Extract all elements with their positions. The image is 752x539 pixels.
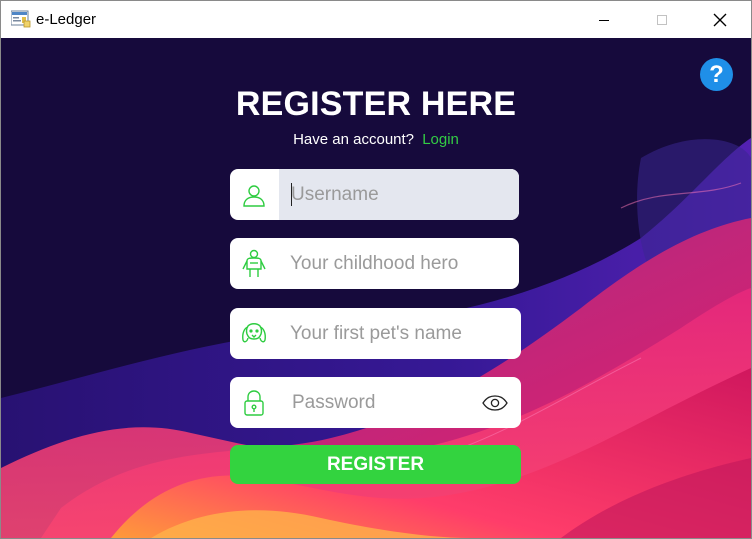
maximize-button[interactable] [633, 1, 691, 38]
eye-icon [482, 394, 508, 411]
page-title: REGISTER HERE [235, 85, 517, 123]
account-prompt-text: Have an account? [293, 131, 415, 148]
username-field[interactable] [230, 169, 519, 220]
lock-icon [230, 377, 278, 428]
childhood-hero-input[interactable] [290, 238, 510, 289]
hero-icon [230, 238, 278, 289]
pet-name-input[interactable] [290, 308, 510, 359]
register-panel: ? REGISTER HERE Have an account? Login U… [1, 38, 751, 538]
register-button[interactable]: REGISTER [230, 445, 521, 484]
app-window: e-Ledger ? REGISTER HERE Have an account… [0, 0, 752, 539]
show-password-toggle[interactable] [480, 389, 510, 416]
login-link[interactable]: Login [422, 131, 459, 148]
window-title: e-Ledger [36, 11, 97, 28]
dog-icon [230, 308, 278, 359]
ledger-app-icon [11, 10, 31, 28]
minimize-icon [599, 19, 609, 21]
account-prompt-line: Have an account? Login [1, 131, 751, 148]
text-caret [291, 183, 292, 206]
close-button[interactable] [691, 1, 749, 38]
close-icon [713, 13, 727, 26]
password-input[interactable] [292, 377, 472, 428]
username-input[interactable] [291, 169, 511, 220]
user-icon [230, 169, 278, 220]
childhood-hero-field[interactable] [230, 238, 519, 289]
password-field[interactable] [230, 377, 521, 428]
pet-name-field[interactable] [230, 308, 521, 359]
minimize-button[interactable] [575, 1, 633, 38]
maximize-icon [657, 14, 667, 25]
title-bar[interactable]: e-Ledger [1, 1, 751, 38]
